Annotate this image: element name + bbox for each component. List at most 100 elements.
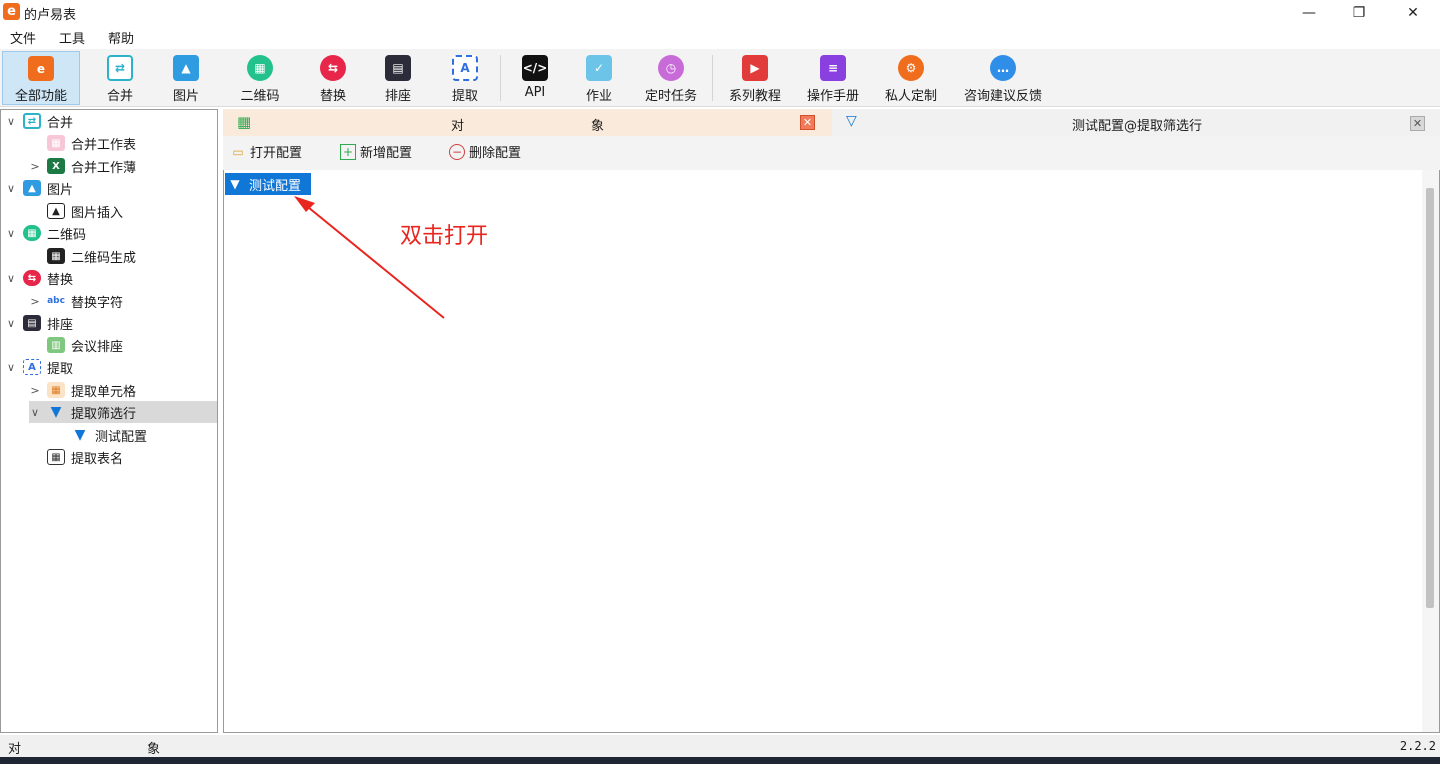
- toolbar-replace[interactable]: ⇆ 替换: [309, 51, 357, 105]
- tree-node-label: 图片插入: [71, 205, 124, 221]
- config-list-item[interactable]: ▼ 测试配置: [225, 173, 311, 195]
- open-config-button[interactable]: ▭ 打开配置: [230, 142, 302, 162]
- tab-test-config-title: 测试配置@提取筛选行: [1072, 119, 1203, 134]
- toolbar-api[interactable]: </> API: [511, 51, 559, 105]
- folder-icon: ▭: [232, 144, 244, 159]
- tab-objects[interactable]: ▦ 对 象 ✕: [223, 109, 832, 136]
- filter-icon: ▽: [846, 113, 857, 129]
- tree-node-merge-sheet[interactable]: ▦ 合并工作表: [29, 132, 217, 154]
- text-replace-icon: abc: [47, 293, 65, 309]
- chevron-down-icon[interactable]: ∨: [5, 182, 17, 195]
- feedback-icon: …: [990, 55, 1016, 81]
- toolbar-job[interactable]: ✓ 作业: [575, 51, 623, 105]
- picture-icon: ▲: [47, 203, 65, 219]
- add-config-label: 新增配置: [360, 146, 413, 161]
- chevron-down-icon[interactable]: ∨: [5, 317, 17, 330]
- cell-extract-icon: ▦: [47, 382, 65, 398]
- tree-node-image-insert[interactable]: ▲ 图片插入: [29, 200, 217, 222]
- tab-test-config[interactable]: ▽ 测试配置@提取筛选行 ✕: [832, 109, 1440, 136]
- status-char1: 对: [8, 742, 22, 757]
- all-functions-icon: e: [28, 56, 54, 81]
- chevron-down-icon[interactable]: ∨: [5, 227, 17, 240]
- tree-node-label: 提取单元格: [71, 384, 137, 400]
- toolbar-label: 图片: [172, 89, 199, 104]
- toolbar-label: 合并: [106, 89, 133, 104]
- toolbar-image[interactable]: ▲ 图片: [162, 51, 210, 105]
- taskbar-edge: [0, 757, 1440, 764]
- seat-grid-icon: ▥: [47, 337, 65, 353]
- delete-config-button[interactable]: − 删除配置: [449, 142, 521, 161]
- filter-icon: ▼: [50, 404, 62, 420]
- chevron-down-icon[interactable]: ∨: [5, 361, 17, 374]
- tree-node-label: 提取: [47, 361, 74, 377]
- menu-file[interactable]: 文件: [10, 28, 36, 47]
- chevron-down-icon[interactable]: ∨: [5, 272, 17, 285]
- toolbar-all-functions[interactable]: e 全部功能: [2, 51, 80, 105]
- tree-node-extract[interactable]: ∨ A 提取: [5, 356, 217, 378]
- tree-node-replace-chars[interactable]: > abc 替换字符: [29, 290, 217, 312]
- function-tree: ∨ ⇄ 合并 ▦ 合并工作表 > X 合并工作薄 ∨ ▲ 图片 ▲ 图片插入 ∨…: [0, 109, 218, 733]
- tree-node-seating[interactable]: ∨ ▤ 排座: [5, 312, 217, 334]
- toolbar-manual[interactable]: ≡ 操作手册: [802, 51, 864, 105]
- tree-node-image[interactable]: ∨ ▲ 图片: [5, 177, 217, 199]
- tab-close-icon[interactable]: ✕: [1410, 116, 1425, 131]
- tree-node-extract-filter-rows[interactable]: ∨ ▼ 提取筛选行: [29, 401, 217, 423]
- menu-help[interactable]: 帮助: [108, 28, 134, 47]
- tree-node-meeting-seating[interactable]: ▥ 会议排座: [29, 334, 217, 356]
- tree-node-merge-workbook[interactable]: > X 合并工作薄: [29, 155, 217, 177]
- job-icon: ✓: [586, 55, 612, 81]
- menu-tools[interactable]: 工具: [59, 28, 85, 47]
- toolbar-tutorial[interactable]: ▶ 系列教程: [724, 51, 786, 105]
- toolbar-seating[interactable]: ▤ 排座: [374, 51, 422, 105]
- tab-objects-char2: 象: [591, 119, 605, 134]
- toolbar-custom[interactable]: ⚙ 私人定制: [880, 51, 942, 105]
- manual-icon: ≡: [820, 55, 846, 81]
- toolbar: e 全部功能 ⇄ 合并 ▲ 图片 ▦ 二维码 ⇆ 替换 ▤ 排座 A 提取 </…: [0, 49, 1440, 107]
- tab-header: ▦ 对 象 ✕ ▽ 测试配置@提取筛选行 ✕: [223, 109, 1440, 136]
- toolbar-label: 私人定制: [884, 89, 937, 104]
- grid-icon: ▦: [237, 113, 252, 131]
- add-config-button[interactable]: + 新增配置: [340, 142, 412, 161]
- toolbar-label: 排座: [384, 89, 411, 104]
- config-list-panel: ▼ 测试配置: [223, 170, 1440, 733]
- tree-node-test-config[interactable]: ▼ 测试配置: [53, 424, 217, 446]
- tree-node-qrcode[interactable]: ∨ ▦ 二维码: [5, 222, 217, 244]
- toolbar-label: 系列教程: [728, 89, 781, 104]
- tree-node-extract-cell[interactable]: > ▦ 提取单元格: [29, 379, 217, 401]
- app-title: 的卢易表: [24, 8, 77, 23]
- tree-node-label: 排座: [47, 317, 74, 333]
- toolbar-label: 操作手册: [806, 89, 859, 104]
- tab-close-icon[interactable]: ✕: [800, 115, 815, 130]
- tree-node-label: 二维码: [47, 227, 87, 243]
- tree-node-merge[interactable]: ∨ ⇄ 合并: [5, 110, 217, 132]
- toolbar-label: 咨询建议反馈: [963, 89, 1042, 104]
- scrollbar-thumb[interactable]: [1426, 188, 1434, 608]
- replace-icon: ⇆: [23, 270, 41, 286]
- tree-node-label: 替换: [47, 272, 74, 288]
- maximize-button[interactable]: ❐: [1336, 0, 1382, 25]
- tree-node-replace[interactable]: ∨ ⇆ 替换: [5, 267, 217, 289]
- toolbar-qrcode[interactable]: ▦ 二维码: [236, 51, 284, 105]
- toolbar-label: API: [524, 85, 546, 100]
- qrcode-icon: ▦: [247, 55, 273, 81]
- vertical-scrollbar[interactable]: [1422, 170, 1439, 732]
- minimize-button[interactable]: —: [1286, 0, 1332, 25]
- chevron-down-icon[interactable]: ∨: [5, 115, 17, 128]
- toolbar-feedback[interactable]: … 咨询建议反馈: [958, 51, 1048, 105]
- app-logo-icon: e: [3, 3, 20, 20]
- chevron-down-icon[interactable]: ∨: [29, 406, 41, 419]
- chevron-right-icon[interactable]: >: [29, 295, 41, 308]
- worksheet-icon: ▦: [47, 135, 65, 151]
- chevron-right-icon[interactable]: >: [29, 384, 41, 397]
- chevron-right-icon[interactable]: >: [29, 160, 41, 173]
- toolbar-timer[interactable]: ◷ 定时任务: [640, 51, 702, 105]
- filter-icon: ▼: [230, 177, 240, 191]
- toolbar-merge[interactable]: ⇄ 合并: [96, 51, 144, 105]
- tree-node-extract-sheet-names[interactable]: ▦ 提取表名: [29, 446, 217, 468]
- toolbar-extract[interactable]: A 提取: [441, 51, 489, 105]
- menu-bar: 文件 工具 帮助: [0, 25, 1440, 49]
- tree-node-label: 会议排座: [71, 339, 124, 355]
- close-button[interactable]: ✕: [1390, 0, 1436, 25]
- tree-node-qrcode-generate[interactable]: ▦ 二维码生成: [29, 245, 217, 267]
- minus-icon: −: [449, 143, 465, 160]
